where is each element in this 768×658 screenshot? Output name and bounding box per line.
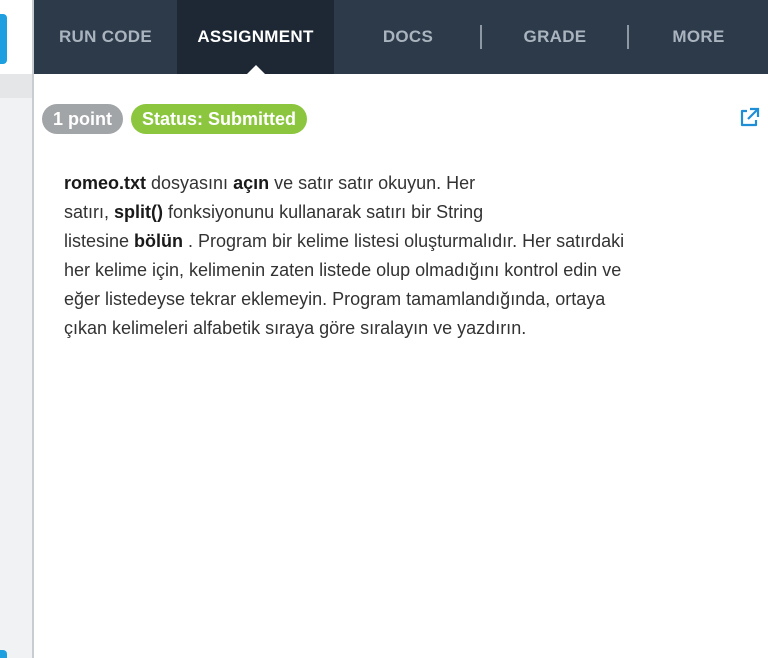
- left-panel-edge: [0, 0, 32, 658]
- instruction-line: eğer listedeyse tekrar eklemeyin. Progra…: [64, 289, 606, 309]
- status-badge: Status: Submitted: [131, 104, 308, 134]
- tab-grade[interactable]: GRADE: [482, 0, 628, 74]
- emphasis-text: bölün: [134, 231, 184, 251]
- top-nav: RUN CODE ASSIGNMENT DOCS GRADE MORE: [34, 0, 768, 74]
- code-text: split(): [114, 202, 164, 222]
- tab-docs[interactable]: DOCS: [334, 0, 482, 74]
- instruction-line: listesine bölün . Program bir kelime lis…: [64, 231, 625, 251]
- tab-assignment[interactable]: ASSIGNMENT: [177, 0, 334, 74]
- instruction-line: her kelime için, kelimenin zaten listede…: [64, 260, 622, 280]
- instruction-line: satırı, split() fonksiyonunu kullanarak …: [64, 202, 484, 222]
- app-window: RUN CODE ASSIGNMENT DOCS GRADE MORE 1 po…: [0, 0, 768, 658]
- instruction-line: çıkan kelimeleri alfabetik sıraya göre s…: [64, 318, 527, 338]
- assignment-panel: 1 point Status: Submitted romeo.txt dosy…: [34, 74, 768, 658]
- tab-run-code[interactable]: RUN CODE: [34, 0, 177, 74]
- tab-more[interactable]: MORE: [629, 0, 768, 74]
- left-panel-bottom-button[interactable]: [0, 650, 7, 658]
- left-panel-header: [0, 74, 32, 98]
- external-link-icon[interactable]: [738, 107, 760, 129]
- instruction-line: romeo.txt dosyasını açın ve satır satır …: [64, 173, 476, 193]
- left-panel-button[interactable]: [0, 14, 7, 64]
- points-badge: 1 point: [42, 104, 123, 134]
- assignment-instructions: romeo.txt dosyasını açın ve satır satır …: [64, 169, 729, 343]
- emphasis-text: açın: [233, 173, 270, 193]
- filename-text: romeo.txt: [64, 173, 147, 193]
